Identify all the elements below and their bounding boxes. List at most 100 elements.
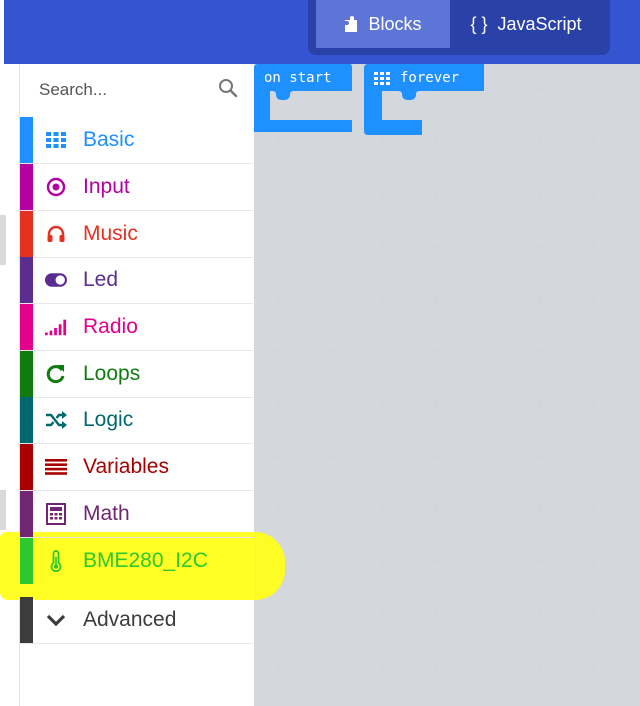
category-loops[interactable]: Loops (20, 351, 253, 398)
category-label: Logic (83, 408, 134, 431)
category-music[interactable]: Music (20, 211, 253, 258)
category-radio[interactable]: Radio (20, 304, 253, 351)
grid-mark (432, 191, 439, 197)
grid-mark (432, 348, 439, 355)
search-icon[interactable] (218, 78, 238, 102)
chevron-down-icon (45, 609, 67, 631)
grid-mark (275, 138, 281, 145)
category-label: Math (83, 502, 130, 525)
grid-mark (380, 348, 386, 355)
calculator-icon (45, 503, 67, 525)
category-label: Advanced (83, 608, 177, 631)
workspace-grid (275, 86, 596, 670)
grid-mark (432, 401, 439, 407)
category-color-bar (20, 491, 33, 537)
grid-mark (537, 86, 544, 92)
category-led[interactable]: Led (20, 257, 253, 304)
grid-mark (327, 296, 334, 302)
category-bme280-i2c[interactable]: BME280_I2C (20, 538, 253, 584)
grid-mark (432, 453, 439, 460)
grid-mark (275, 453, 281, 460)
grid-mark (537, 558, 544, 565)
lines-icon (45, 456, 67, 478)
top-header: Blocks { } JavaScript (0, 0, 640, 64)
grid-mark (537, 401, 544, 407)
grid-mark (327, 243, 334, 250)
grid-mark (380, 453, 386, 460)
target-icon (45, 176, 67, 198)
category-basic[interactable]: Basic (20, 117, 253, 164)
category-label: Variables (83, 455, 169, 478)
grid-mark (275, 243, 281, 250)
category-color-bar (20, 257, 33, 303)
toggle-icon (45, 269, 67, 291)
grid-mark (327, 453, 334, 460)
javascript-mode-button[interactable]: { } JavaScript (450, 0, 602, 48)
category-label: Led (83, 268, 119, 291)
grid-mark (327, 506, 334, 512)
blocks-mode-label: Blocks (368, 13, 422, 34)
blocks-workspace[interactable]: on start forever (254, 64, 640, 706)
category-color-bar (20, 164, 33, 210)
grid-mark (380, 611, 386, 617)
grid-mark (432, 663, 439, 670)
grid-mark (432, 138, 439, 145)
grid-mark (537, 611, 544, 617)
grid-mark (537, 348, 544, 355)
category-color-bar (20, 538, 33, 584)
category-advanced[interactable]: Advanced (20, 597, 253, 644)
grid-mark (275, 296, 281, 302)
category-label: Loops (83, 362, 141, 385)
braces-icon: { } (470, 13, 488, 34)
grid-mark (380, 506, 386, 512)
grid-mark (485, 611, 491, 617)
grid-mark (537, 453, 544, 460)
category-logic[interactable]: Logic (20, 397, 253, 444)
category-color-bar (20, 211, 33, 257)
forever-header: forever (364, 64, 484, 92)
grid-mark (327, 663, 334, 670)
shuffle-icon (45, 409, 67, 431)
javascript-mode-label: JavaScript (497, 13, 582, 34)
headphones-icon (45, 223, 67, 245)
grid-mark (590, 191, 596, 197)
search-box (20, 64, 254, 114)
left-edge-mark (0, 215, 6, 265)
grid-mark (485, 453, 491, 460)
grid-mark (485, 663, 491, 670)
search-input[interactable] (37, 76, 211, 104)
grid-mark (275, 663, 281, 670)
grid-mark (327, 348, 334, 355)
header-edge (0, 0, 4, 64)
left-edge-mark (0, 490, 6, 530)
category-color-bar (20, 597, 33, 643)
grid-mark (432, 296, 439, 302)
grid-mark (275, 348, 281, 355)
blocks-mode-button[interactable]: Blocks (316, 0, 450, 48)
grid-mark (485, 296, 491, 302)
grid-mark (590, 611, 596, 617)
grid-mark (275, 611, 281, 617)
category-color-bar (20, 397, 33, 443)
category-input[interactable]: Input (20, 164, 253, 211)
grid-mark (537, 243, 544, 250)
grid-mark (327, 611, 334, 617)
grid-mark (537, 663, 544, 670)
category-label: Radio (83, 315, 138, 338)
grid-mark (485, 401, 491, 407)
grid-mark (275, 506, 281, 512)
category-math[interactable]: Math (20, 491, 253, 538)
grid-mark (590, 348, 596, 355)
grid-mark (380, 663, 386, 670)
grid-icon (45, 129, 67, 151)
on-start-label: on start (264, 70, 332, 86)
grid-icon (374, 71, 390, 85)
grid-mark (327, 401, 334, 407)
grid-mark (590, 453, 596, 460)
grid-mark (380, 138, 386, 145)
signal-bars-icon (45, 316, 67, 338)
grid-mark (590, 663, 596, 670)
grid-mark (485, 138, 491, 145)
category-variables[interactable]: Variables (20, 444, 253, 491)
grid-mark (590, 86, 596, 92)
